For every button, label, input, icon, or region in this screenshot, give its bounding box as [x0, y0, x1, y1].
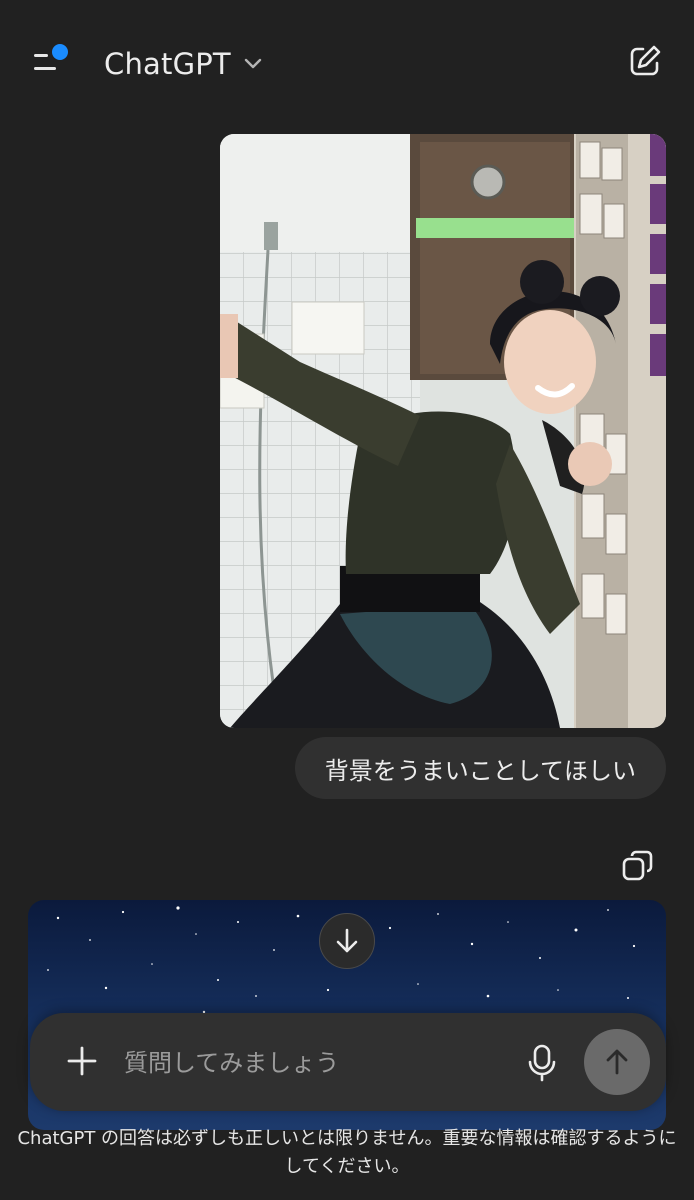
menu-line-top: [34, 54, 48, 57]
notification-dot: [52, 44, 68, 60]
copy-icon: [622, 850, 653, 881]
user-uploaded-image[interactable]: [220, 134, 666, 728]
chevron-down-icon: [244, 58, 262, 69]
microphone-icon: [528, 1044, 556, 1082]
user-message-text: 背景をうまいことしてほしい: [324, 756, 636, 785]
new-chat-button[interactable]: [624, 40, 666, 82]
top-bar: ChatGPT: [0, 0, 694, 124]
attach-button[interactable]: [62, 1041, 102, 1081]
disclaimer-text: ChatGPT の回答は必ずしも正しいとは限りません。重要な情報は確認するように…: [17, 1128, 677, 1177]
message-composer: [30, 1013, 666, 1111]
model-selector[interactable]: ChatGPT: [104, 42, 263, 86]
app-title: ChatGPT: [104, 47, 231, 81]
menu-line-bottom: [34, 67, 56, 70]
sidebar-menu-button[interactable]: [28, 40, 76, 84]
message-input[interactable]: [122, 1041, 506, 1085]
voice-input-button[interactable]: [522, 1041, 562, 1083]
new-chat-icon: [630, 45, 661, 76]
plus-icon: [67, 1046, 97, 1076]
arrow-down-icon: [336, 928, 358, 953]
user-message-bubble: 背景をうまいことしてほしい: [294, 737, 666, 799]
copy-button[interactable]: [618, 846, 658, 886]
photo-illustration: [220, 134, 666, 728]
send-button[interactable]: [584, 1029, 650, 1095]
scroll-to-bottom-button[interactable]: [319, 913, 375, 969]
arrow-up-icon: [606, 1049, 628, 1075]
